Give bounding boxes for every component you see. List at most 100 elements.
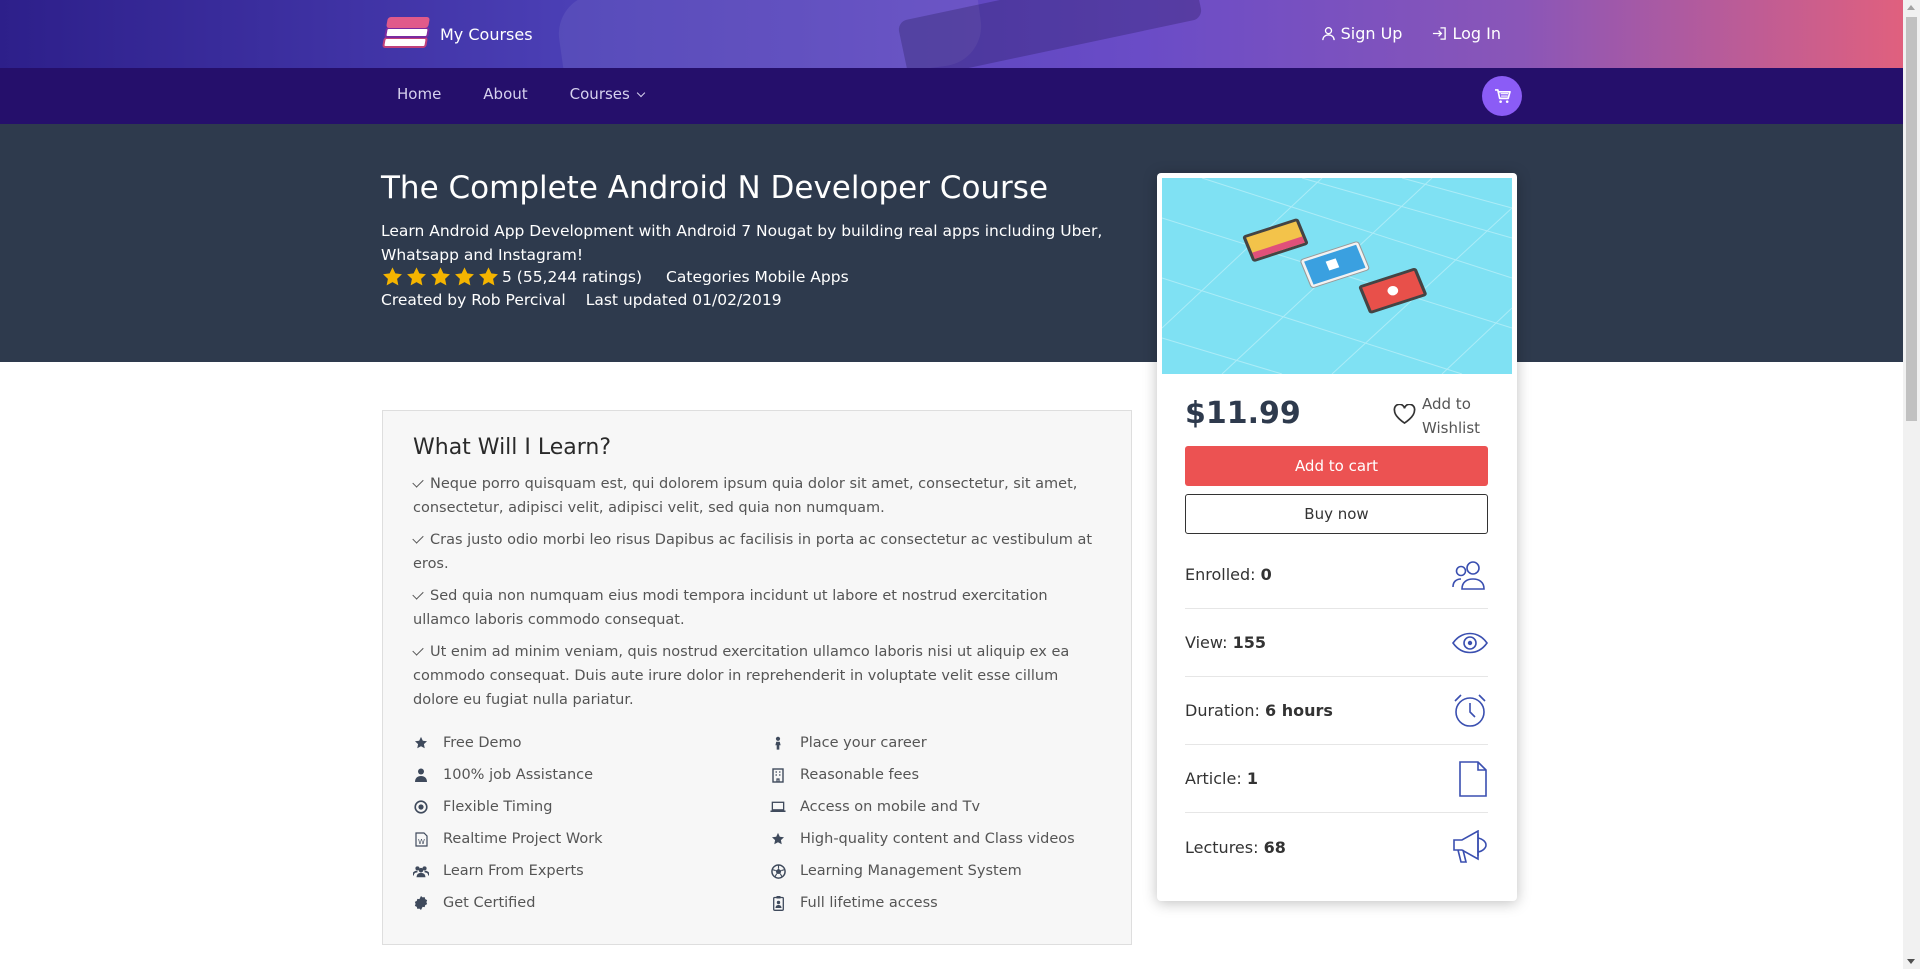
- stat-value: 1: [1246, 769, 1258, 788]
- wishlist-label-line2: Wishlist: [1422, 419, 1481, 437]
- auth-links: Sign Up Log In: [1321, 24, 1501, 43]
- stat-label: Duration:: [1185, 701, 1260, 720]
- course-author: Created by Rob Percival: [381, 291, 566, 309]
- clock-icon: [413, 799, 429, 815]
- nav-item-home[interactable]: Home: [382, 85, 456, 103]
- feature-label: Access on mobile and Tv: [800, 799, 981, 815]
- feature-item: W Realtime Project Work: [413, 829, 770, 849]
- rating-row: 5 (55,244 ratings) Categories Mobile App…: [381, 266, 849, 288]
- feature-label: Learn From Experts: [443, 863, 584, 879]
- brand[interactable]: My Courses: [381, 15, 533, 53]
- stat-value: 6 hours: [1264, 701, 1333, 720]
- star-icon: [770, 831, 786, 847]
- vertical-scrollbar[interactable]: [1903, 0, 1920, 969]
- star-icon: [431, 267, 450, 286]
- wishlist-label-line1: Add to: [1422, 395, 1471, 413]
- brand-name: My Courses: [440, 24, 533, 44]
- alarm-clock-icon: [1454, 693, 1486, 727]
- main-nav: Home About Courses: [0, 68, 1903, 124]
- course-features: Free Demo Place your career 100% job Ass…: [413, 733, 1093, 913]
- check-icon: [412, 532, 424, 544]
- feature-label: Free Demo: [443, 735, 522, 751]
- add-to-cart-button[interactable]: Add to cart: [1185, 446, 1488, 486]
- star-icon: [383, 267, 402, 286]
- badge-icon: [413, 895, 429, 911]
- document-icon: W: [413, 831, 429, 847]
- star-icon: [413, 735, 429, 751]
- course-last-updated: Last updated 01/02/2019: [585, 291, 782, 309]
- course-categories[interactable]: Categories Mobile Apps: [666, 268, 849, 286]
- star-icon: [407, 267, 426, 286]
- learn-point-text: Neque porro quisquam est, qui dolorem ip…: [413, 476, 1078, 516]
- add-to-wishlist-button[interactable]: Add to Wishlist: [1393, 392, 1480, 440]
- user-icon: [1321, 27, 1335, 41]
- signup-link[interactable]: Sign Up: [1321, 24, 1403, 43]
- person-icon: [770, 735, 786, 751]
- what-will-i-learn-section: What Will I Learn? Neque porro quisquam …: [382, 410, 1132, 945]
- stat-views: View: 155: [1185, 609, 1488, 677]
- phones-illustration: [1162, 178, 1512, 374]
- stat-label: Enrolled:: [1185, 565, 1256, 584]
- feature-label: Reasonable fees: [800, 767, 919, 783]
- learn-point: Cras justo odio morbi leo risus Dapibus …: [412, 528, 1093, 576]
- course-title: The Complete Android N Developer Course: [381, 170, 1049, 206]
- learn-point-text: Cras justo odio morbi leo risus Dapibus …: [413, 532, 1093, 572]
- feature-item: High-quality content and Class videos: [770, 829, 1093, 849]
- nav-item-courses[interactable]: Courses: [555, 85, 659, 103]
- login-link[interactable]: Log In: [1432, 24, 1501, 43]
- feature-item: Learning Management System: [770, 861, 1093, 881]
- stat-enrolled: Enrolled: 0: [1185, 541, 1488, 609]
- stat-lectures: Lectures: 68: [1185, 813, 1488, 881]
- rating-text: 5 (55,244 ratings): [502, 268, 643, 286]
- course-stats: Enrolled: 0 View: 155 Duration: 6 hours …: [1185, 541, 1488, 881]
- check-icon: [412, 588, 424, 600]
- feature-item: 100% job Assistance: [413, 765, 770, 785]
- building-icon: [770, 767, 786, 783]
- file-icon: [1459, 760, 1487, 797]
- stat-label: View:: [1185, 633, 1228, 652]
- purchase-card: $11.99 Add to Wishlist Add to cart Buy n…: [1157, 173, 1517, 901]
- cart-button[interactable]: [1482, 76, 1522, 116]
- stat-value: 0: [1260, 565, 1272, 584]
- stat-label: Article:: [1185, 769, 1242, 788]
- buy-now-button[interactable]: Buy now: [1185, 494, 1488, 534]
- nav-item-about[interactable]: About: [468, 85, 542, 103]
- feature-label: Full lifetime access: [800, 895, 938, 911]
- nav-menu: Home About Courses: [382, 85, 659, 103]
- check-icon: [412, 476, 424, 488]
- scroll-down-arrow-icon[interactable]: [1907, 959, 1915, 964]
- course-thumbnail: [1162, 178, 1512, 374]
- feature-label: Learning Management System: [800, 863, 1022, 879]
- stat-value: 68: [1263, 837, 1286, 857]
- check-icon: [412, 644, 424, 656]
- course-price: $11.99: [1185, 396, 1301, 431]
- stat-articles: Article: 1: [1185, 745, 1488, 813]
- chevron-down-icon: [636, 88, 646, 98]
- learn-point: Ut enim ad minim veniam, quis nostrud ex…: [412, 640, 1093, 712]
- feature-item: Get Certified: [413, 893, 770, 913]
- stat-duration: Duration: 6 hours: [1185, 677, 1488, 745]
- books-logo-icon: [381, 15, 431, 53]
- laptop-icon: [770, 799, 786, 815]
- rating-stars: [381, 266, 500, 288]
- id-badge-icon: [770, 895, 786, 911]
- feature-item: Access on mobile and Tv: [770, 797, 1093, 817]
- users-icon: [413, 863, 429, 879]
- feature-label: Place your career: [800, 735, 927, 751]
- scroll-up-arrow-icon[interactable]: [1907, 5, 1915, 10]
- login-label: Log In: [1452, 24, 1501, 43]
- signup-label: Sign Up: [1340, 24, 1403, 43]
- scrollbar-thumb[interactable]: [1906, 17, 1917, 421]
- feature-label: Realtime Project Work: [443, 831, 603, 847]
- wishlist-label: Add to Wishlist: [1422, 392, 1480, 440]
- feature-item: Full lifetime access: [770, 893, 1093, 913]
- learn-point-text: Ut enim ad minim veniam, quis nostrud ex…: [413, 644, 1070, 708]
- learn-point-text: Sed quia non numquam eius modi tempora i…: [413, 588, 1048, 628]
- stat-label: Lectures:: [1185, 837, 1259, 857]
- cart-icon: [1494, 88, 1511, 103]
- feature-item: Learn From Experts: [413, 861, 770, 881]
- learn-point: Neque porro quisquam est, qui dolorem ip…: [412, 472, 1093, 520]
- login-icon: [1433, 27, 1447, 40]
- feature-item: Reasonable fees: [770, 765, 1093, 785]
- heart-icon: [1393, 404, 1416, 424]
